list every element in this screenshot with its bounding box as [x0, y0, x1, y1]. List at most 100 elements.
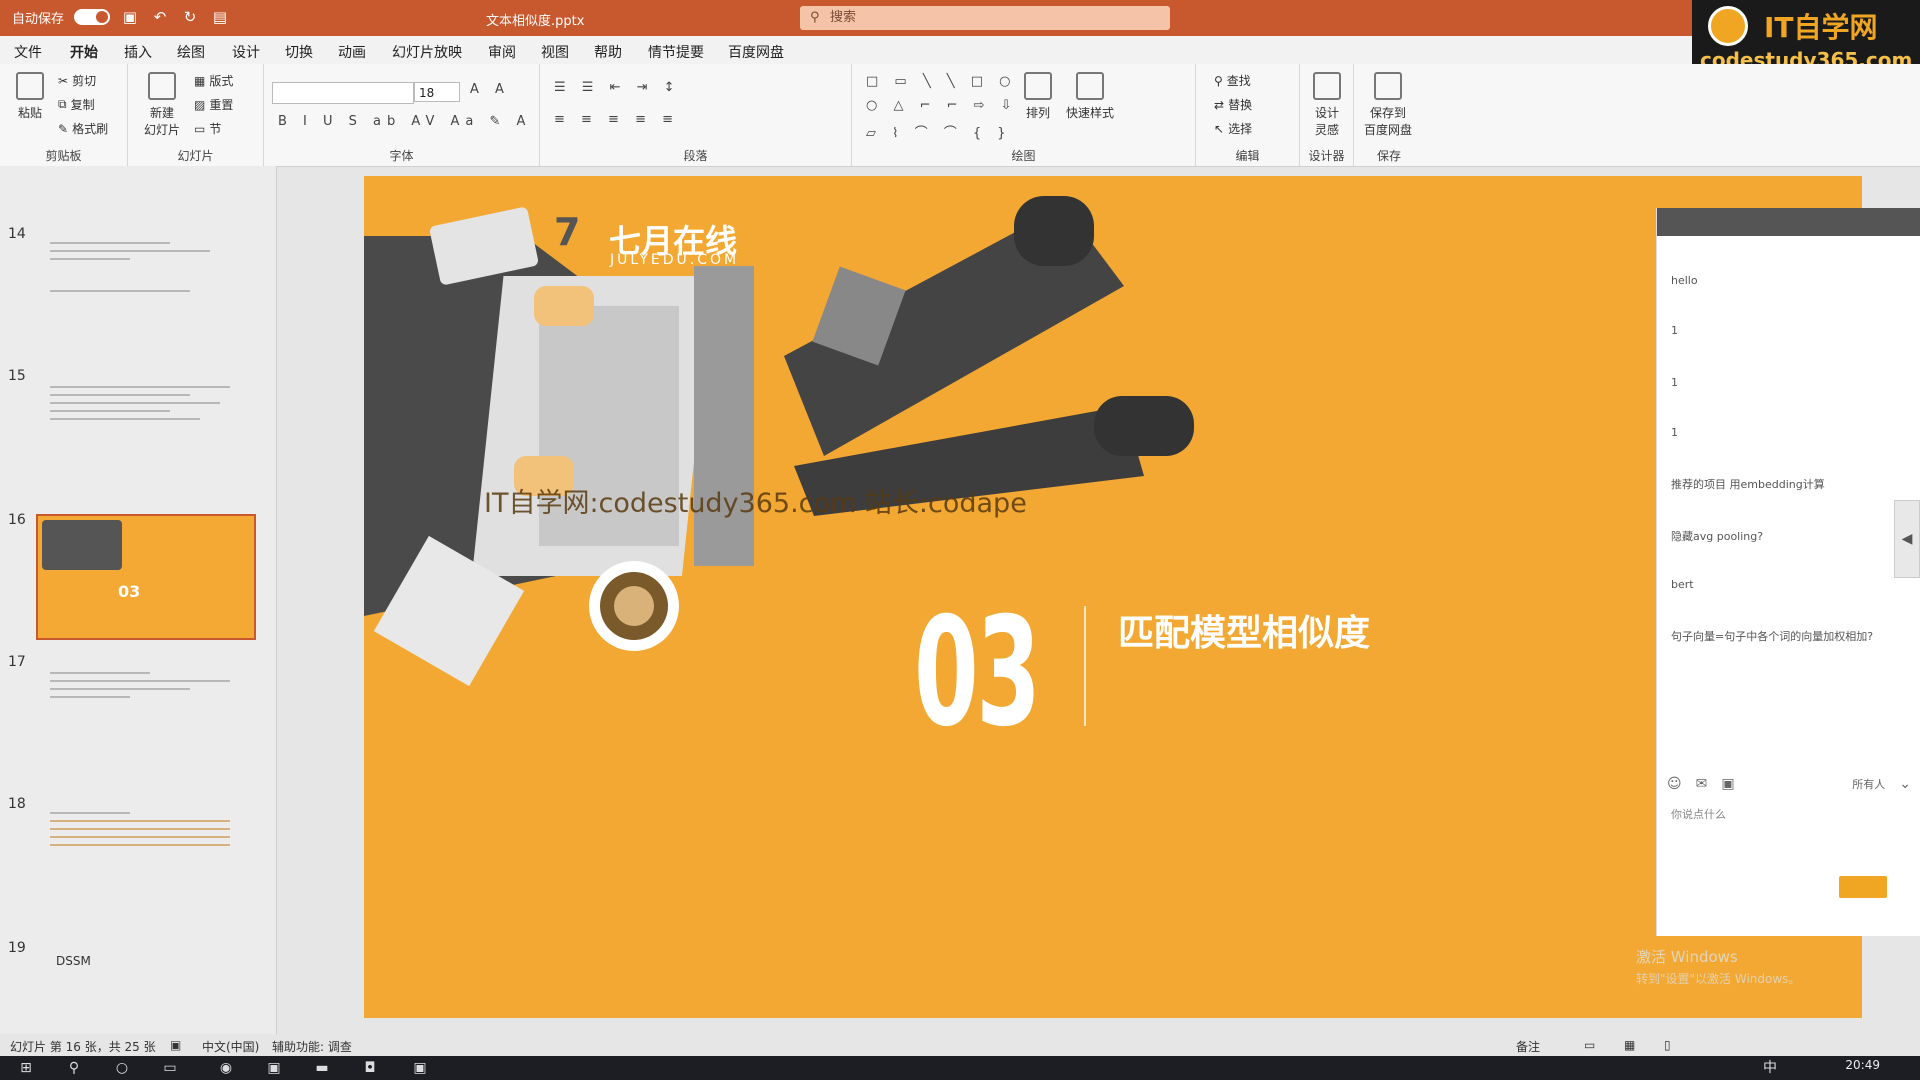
chat-input[interactable]: 你说点什么	[1671, 806, 1726, 822]
tab-design[interactable]: 设计	[232, 42, 260, 62]
cut-button[interactable]: ✂ 剪切	[58, 72, 96, 89]
cortana-icon[interactable]: ○	[112, 1058, 132, 1078]
new-slide-button[interactable]: 新建 幻灯片	[138, 72, 186, 138]
present-icon[interactable]: ▤	[210, 7, 230, 27]
drawing-group: □ ▭ ╲ ╲ □ ○ ○ △ ⌐ ⌐ ⇨ ⇩ ▱ ⌇ ⌒ ⌒ { } 排列 快…	[852, 64, 1196, 166]
replace-button[interactable]: ⇄ 替换	[1214, 96, 1252, 113]
speech-bubble-icon[interactable]: ✉	[1696, 776, 1708, 792]
tab-animations[interactable]: 动画	[338, 42, 366, 62]
tab-transitions[interactable]: 切换	[285, 42, 313, 62]
find-button[interactable]: ⚲ 查找	[1214, 72, 1251, 89]
powerpoint-icon[interactable]: ◘	[360, 1058, 380, 1078]
redo-icon[interactable]: ↻	[180, 7, 200, 27]
tab-slideshow[interactable]: 幻灯片放映	[392, 42, 462, 62]
tab-review[interactable]: 审阅	[488, 42, 516, 62]
slide-thumbnail[interactable]	[50, 380, 250, 490]
select-button[interactable]: ↖ 选择	[1214, 120, 1252, 137]
autosave-label: 自动保存	[12, 11, 65, 27]
slide-thumbnail[interactable]	[50, 806, 250, 916]
chat-message: 1	[1671, 376, 1678, 389]
task-view-icon[interactable]: ▭	[160, 1058, 180, 1078]
ime-indicator[interactable]: 中	[1760, 1058, 1780, 1078]
save-group: 保存到 百度网盘 保存	[1354, 64, 1424, 166]
slide-canvas[interactable]: 7 七月在线 JULYEDU.COM IT自学网:codestudy365.co…	[364, 176, 1862, 1018]
app-icon[interactable]: ▣	[264, 1058, 284, 1078]
tab-file[interactable]: 文件	[14, 42, 42, 62]
quick-styles-button[interactable]: 快速样式	[1066, 72, 1114, 121]
design-ideas-button[interactable]: 设计 灵感	[1303, 72, 1351, 138]
spellcheck-icon[interactable]: ▣	[170, 1038, 181, 1052]
save-group-label: 保存	[1376, 149, 1401, 163]
section-title: 匹配模型相似度	[1118, 613, 1371, 654]
document-title: 文本相似度.pptx	[486, 14, 585, 29]
search-box[interactable]: ⚲ 搜索	[800, 6, 1170, 30]
slides-group-label: 幻灯片	[177, 149, 214, 163]
ribbon: 粘贴 ✂ 剪切 ⧉ 复制 ✎ 格式刷 剪贴板 新建 幻灯片 ▦ 版式 ▨ 重置 ▭ 节 幻灯…	[0, 64, 1920, 167]
paste-button[interactable]: 粘贴	[6, 72, 54, 121]
editing-group: ⚲ 查找 ⇄ 替换 ↖ 选择 编辑	[1196, 64, 1300, 166]
layout-icon: ▦	[194, 73, 206, 88]
font-size-grow-shrink[interactable]: A A	[470, 82, 510, 97]
slide-thumbnail[interactable]	[50, 666, 250, 776]
section-button[interactable]: ▭ 节	[194, 120, 221, 137]
thumb-number: 18	[8, 796, 26, 812]
normal-view-icon[interactable]: ▭	[1584, 1038, 1595, 1052]
reset-button[interactable]: ▨ 重置	[194, 96, 233, 113]
slide-thumbnail-pane[interactable]: 14 15 16 03 17 18 19 DSSM	[0, 166, 277, 1034]
align-buttons[interactable]: ≡ ≡ ≡ ≡ ≡	[554, 112, 679, 127]
collapse-chat-tab[interactable]: ◀	[1894, 500, 1920, 578]
editing-group-label: 编辑	[1235, 149, 1260, 163]
app-icon[interactable]: ▣	[410, 1058, 430, 1078]
windows-start-icon[interactable]: ⊞	[16, 1058, 36, 1078]
clipboard-group-label: 剪贴板	[45, 149, 82, 163]
drawing-group-label: 绘图	[1011, 149, 1036, 163]
autosave-toggle[interactable]	[74, 9, 111, 25]
shapes-gallery-row3[interactable]: ▱ ⌇ ⌒ ⌒ { }	[866, 122, 1012, 141]
accessibility-status[interactable]: 辅助功能: 调查	[272, 1038, 352, 1055]
live-chat-panel: hello 1 1 1 推荐的项目 用embedding计算 隐藏avg poo…	[1656, 208, 1920, 936]
tab-insert[interactable]: 插入	[124, 42, 152, 62]
format-painter-button[interactable]: ✎ 格式刷	[58, 120, 108, 137]
slide-thumbnail-selected[interactable]: 03	[36, 514, 256, 640]
tab-help[interactable]: 帮助	[594, 42, 622, 62]
tab-baidu-netdisk[interactable]: 百度网盘	[728, 42, 784, 62]
chat-message: 隐藏avg pooling?	[1671, 530, 1764, 543]
save-icon[interactable]: ▣	[120, 7, 140, 27]
thumb-number: 14	[8, 226, 26, 242]
thumbnail-dssm-label: DSSM	[56, 954, 91, 968]
reading-view-icon[interactable]: ▯	[1664, 1038, 1671, 1052]
search-icon[interactable]: ⚲	[64, 1058, 84, 1078]
slide-thumbnail[interactable]	[50, 236, 250, 346]
tab-storyboard[interactable]: 情节提要	[648, 42, 704, 62]
image-icon[interactable]: ▣	[1721, 776, 1734, 792]
chat-message: 推荐的项目 用embedding计算	[1671, 478, 1825, 491]
send-button[interactable]	[1839, 876, 1887, 898]
arrange-button[interactable]: 排列	[1014, 72, 1062, 121]
browser-icon[interactable]: ◉	[216, 1058, 236, 1078]
divider-line	[1084, 606, 1086, 726]
list-buttons[interactable]: ☰ ☰ ⇤ ⇥ ↕	[554, 80, 681, 95]
shapes-gallery[interactable]: □ ▭ ╲ ╲ □ ○	[866, 74, 1017, 89]
notes-button[interactable]: 备注	[1516, 1038, 1540, 1055]
undo-icon[interactable]: ↶	[150, 7, 170, 27]
emoji-icon[interactable]: ☺	[1667, 776, 1682, 792]
search-placeholder: 搜索	[830, 10, 857, 25]
font-format-buttons[interactable]: B I U S ab AV Aa ✎ A	[278, 114, 531, 129]
folder-icon[interactable]: ▬	[312, 1058, 332, 1078]
paragraph-group: ☰ ☰ ⇤ ⇥ ↕ ≡ ≡ ≡ ≡ ≡ 段落	[540, 64, 852, 166]
font-size-input[interactable]: 18	[414, 82, 460, 102]
save-to-baidu-button[interactable]: 保存到 百度网盘	[1364, 72, 1412, 138]
tab-draw[interactable]: 绘图	[177, 42, 205, 62]
copy-button[interactable]: ⧉ 复制	[58, 96, 95, 113]
layout-button[interactable]: ▦ 版式	[194, 72, 233, 89]
language-indicator[interactable]: 中文(中国)	[202, 1038, 259, 1055]
search-icon: ⚲	[810, 10, 820, 25]
audience-select[interactable]: 所有人	[1852, 776, 1885, 792]
tab-view[interactable]: 视图	[541, 42, 569, 62]
font-name-input[interactable]	[272, 82, 414, 104]
chevron-down-icon[interactable]: ⌄	[1899, 776, 1911, 792]
new-slide-icon	[148, 72, 176, 100]
section-icon: ▭	[194, 121, 206, 136]
shapes-gallery-row2[interactable]: ○ △ ⌐ ⌐ ⇨ ⇩	[866, 98, 1018, 113]
slide-sorter-icon[interactable]: ▦	[1624, 1038, 1635, 1052]
